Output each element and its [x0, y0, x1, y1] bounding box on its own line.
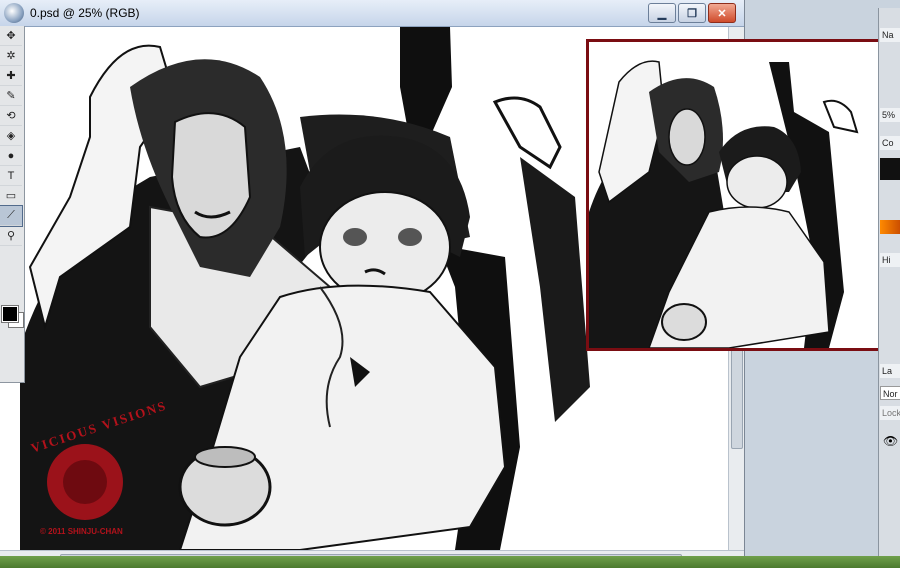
restore-button[interactable]: ❐ — [678, 3, 706, 23]
minimize-button[interactable]: ▁ — [648, 3, 676, 23]
layer-visibility-eye-icon[interactable]: 👁 — [883, 434, 898, 448]
swatch-strip[interactable] — [880, 220, 900, 234]
photoshop-logo-icon — [4, 3, 24, 23]
navigator-preview[interactable] — [586, 39, 887, 351]
magic-wand-icon[interactable]: ✲ — [0, 46, 22, 66]
color-ramp[interactable] — [880, 158, 900, 180]
tab-info[interactable]: 5% — [880, 108, 900, 122]
paint-bucket-icon[interactable]: ◈ — [0, 126, 22, 146]
tools-palette: ✥ ✲ ✚ ✎ ⟲ ◈ ● T ▭ ⟋ ⚲ — [0, 26, 25, 383]
tab-color[interactable]: Co — [880, 136, 900, 150]
foreground-color-swatch[interactable] — [1, 305, 19, 323]
tab-history[interactable]: Hi — [880, 253, 900, 267]
navigator-thumbnail — [589, 60, 859, 349]
healing-brush-icon[interactable]: ✚ — [0, 66, 22, 86]
lock-label: Lock — [880, 406, 900, 420]
eyedropper-icon[interactable]: ⟋ — [0, 205, 23, 227]
windows-taskbar — [0, 556, 900, 568]
document-title: 0.psd @ 25% (RGB) — [30, 6, 140, 20]
palette-dock: Na 5% Co Hi La Nor Lock 👁 — [878, 8, 900, 568]
brush-icon[interactable]: ✎ — [0, 86, 22, 106]
burn-tool-icon[interactable]: ● — [0, 146, 22, 166]
shape-tool-icon[interactable]: ▭ — [0, 186, 22, 206]
window-controls: ▁ ❐ ✕ — [648, 3, 736, 23]
title-bar[interactable]: 0.psd @ 25% (RGB) ▁ ❐ ✕ — [0, 0, 744, 27]
type-tool-icon[interactable]: T — [0, 166, 22, 186]
tab-layers[interactable]: La — [880, 364, 900, 378]
move-tool-icon[interactable]: ✥ — [0, 26, 22, 46]
tab-navigator[interactable]: Na — [880, 28, 900, 42]
zoom-icon[interactable]: ⚲ — [0, 226, 22, 246]
history-brush-icon[interactable]: ⟲ — [0, 106, 22, 126]
watermark-credit: © 2011 SHINJU-CHAN — [40, 527, 123, 536]
blend-mode-select[interactable]: Nor — [880, 386, 900, 400]
close-button[interactable]: ✕ — [708, 3, 736, 23]
